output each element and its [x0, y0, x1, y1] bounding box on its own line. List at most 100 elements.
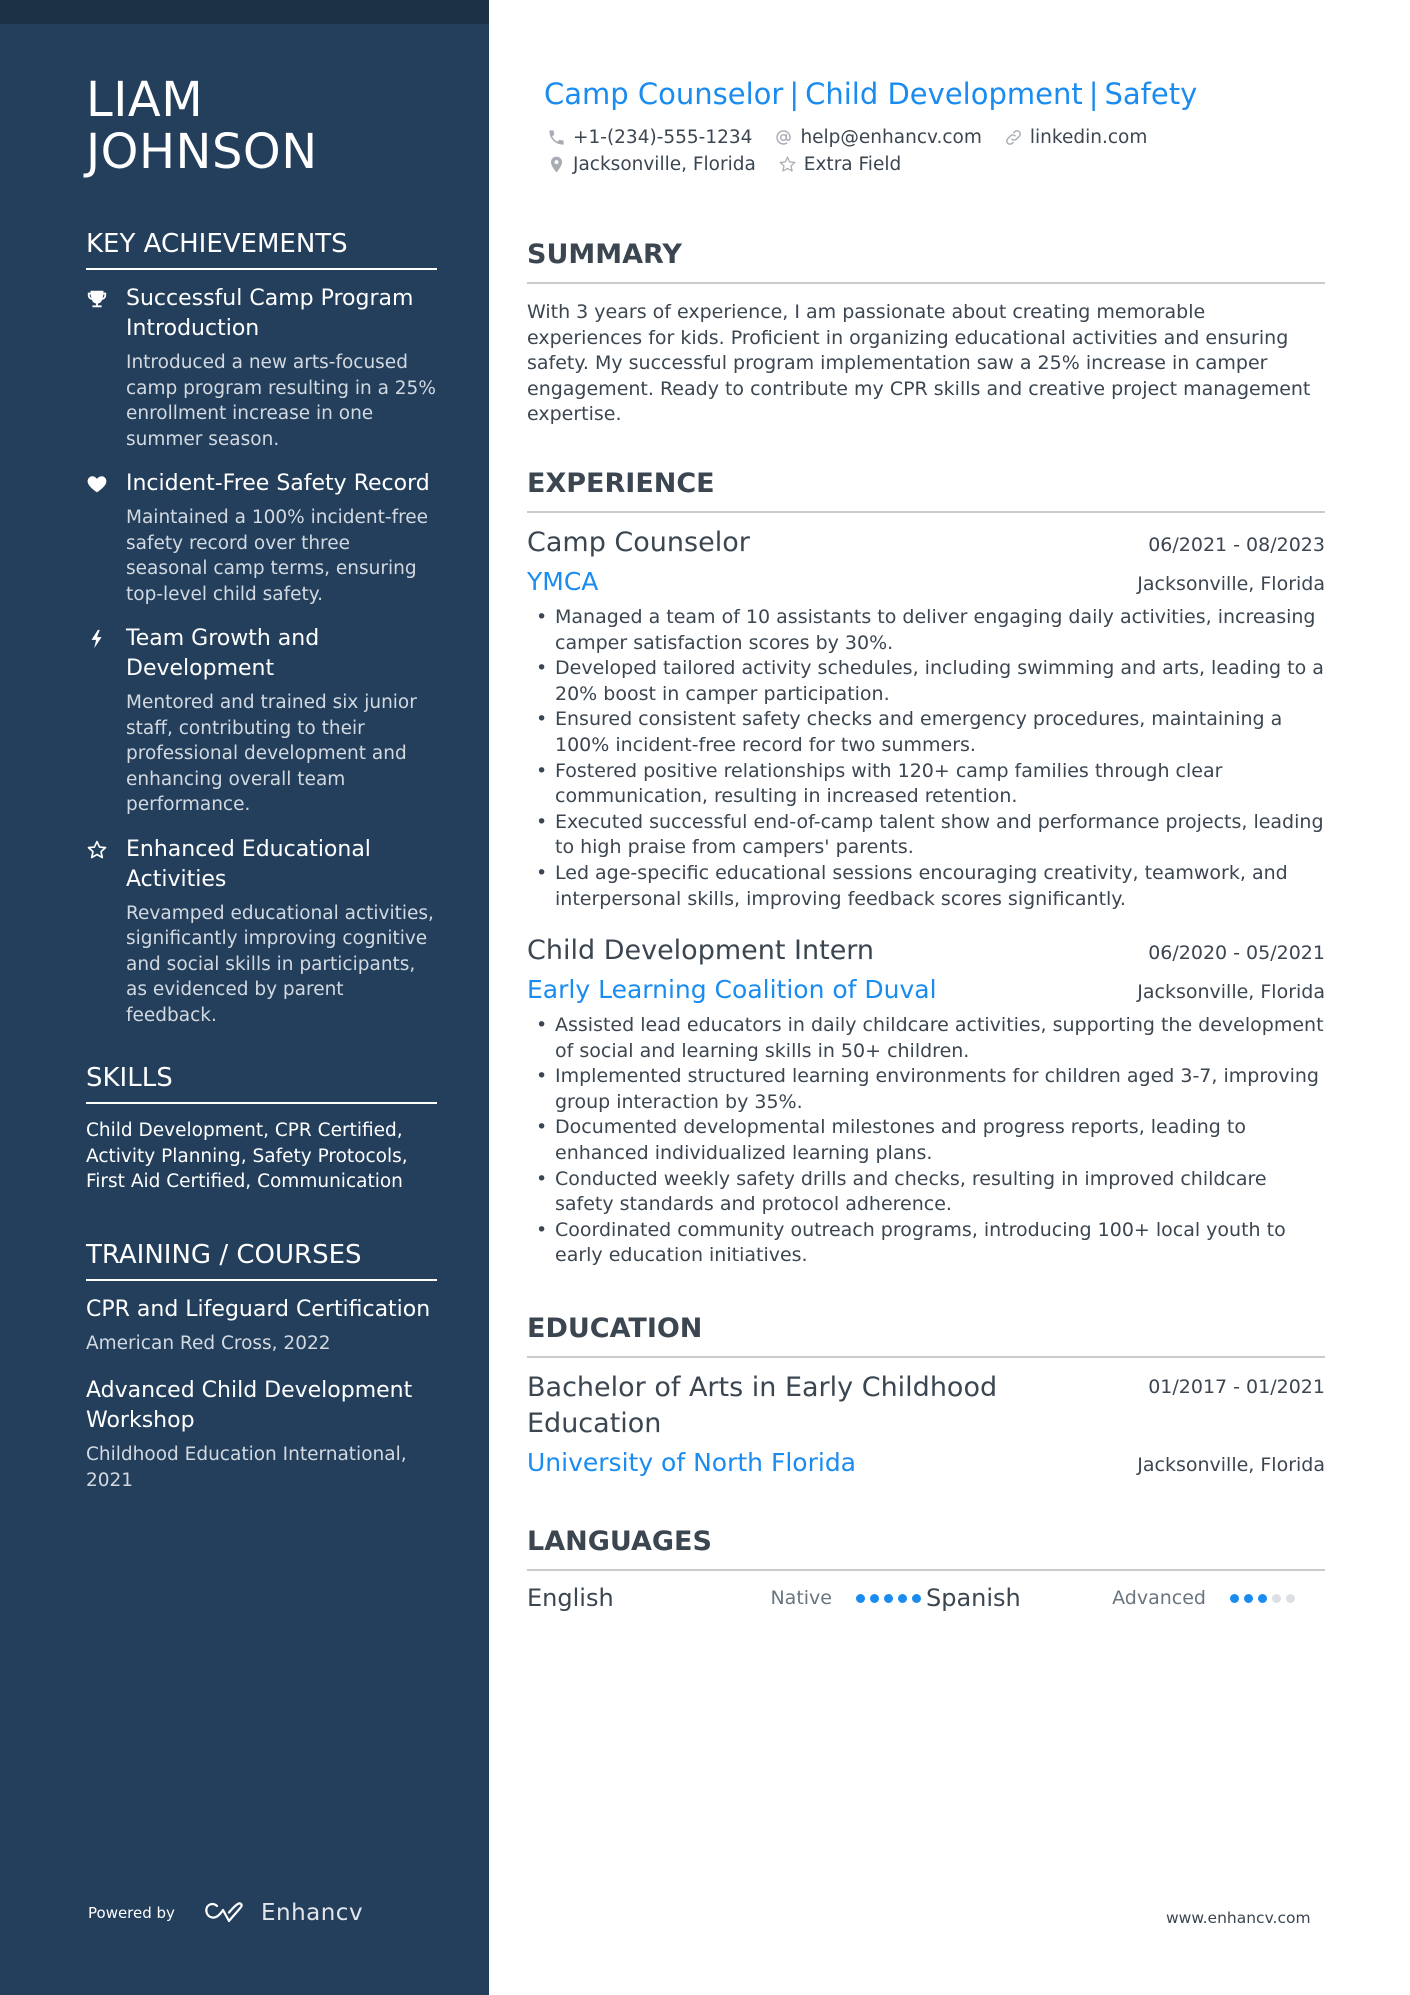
language-item: Spanish Advanced [926, 1584, 1325, 1612]
star-outline-icon [779, 156, 796, 172]
rating-dot-filled [884, 1593, 893, 1603]
job-company: YMCA [527, 567, 599, 596]
course-org: Childhood Education International, 2021 [86, 1444, 407, 1491]
enhancv-logo-icon [205, 1902, 243, 1923]
course-item: CPR and Lifeguard Certification American… [86, 1295, 437, 1357]
language-item: English Native [527, 1584, 926, 1612]
extra-field-text: Extra Field [803, 154, 902, 175]
language-name: Spanish [926, 1584, 1021, 1612]
job-location: Jacksonville, Florida [1137, 573, 1325, 595]
star-icon [86, 835, 126, 1029]
footer-website[interactable]: www.enhancv.com [1166, 1909, 1311, 1927]
job-bullet: Led age-specific educational sessions en… [527, 861, 1325, 912]
rating-dot-filled [912, 1593, 921, 1603]
link-icon [1006, 130, 1021, 145]
job-entry: Child Development Intern 06/2020 - 05/20… [527, 933, 1325, 1269]
achievement-desc: Introduced a new arts-focused camp progr… [126, 352, 436, 450]
powered-by-label: Powered by [88, 1904, 175, 1922]
edu-dates: 01/2017 - 01/2021 [1148, 1376, 1325, 1398]
rating-dot-filled [1230, 1593, 1239, 1603]
language-rating [1230, 1593, 1300, 1603]
sidebar: LIAM JOHNSON KEY ACHIEVEMENTS Successful… [0, 0, 489, 1995]
achievement-item: Incident-Free Safety Record Maintained a… [86, 469, 437, 607]
language-level: Native [770, 1587, 832, 1609]
edu-degree: Bachelor of Arts in Early Childhood Educ… [527, 1372, 998, 1439]
key-achievements-section: KEY ACHIEVEMENTS Successful Camp Program… [86, 228, 437, 1028]
job-bullet: Developed tailored activity schedules, i… [527, 656, 1325, 707]
headline: Camp Counselor | Child Development | Safety [544, 74, 1197, 114]
job-bullet: Fostered positive relationships with 120… [527, 759, 1325, 810]
linkedin-text: linkedin.com [1029, 127, 1148, 148]
lightning-bolt-icon [86, 624, 126, 818]
heart-icon [86, 469, 126, 607]
achievement-title: Successful Camp Program Introduction [126, 286, 414, 341]
candidate-name: LIAM JOHNSON [86, 74, 437, 178]
achievement-title: Incident-Free Safety Record [126, 471, 430, 496]
job-bullet: Documented developmental milestones and … [527, 1115, 1325, 1166]
job-bullet: Coordinated community outreach programs,… [527, 1218, 1325, 1269]
course-org: American Red Cross, 2022 [86, 1332, 331, 1354]
training-title: TRAINING / COURSES [86, 1239, 437, 1281]
skills-title: SKILLS [86, 1062, 437, 1104]
phone-text: +1-(234)-555-1234 [573, 127, 753, 148]
location-text: Jacksonville, Florida [573, 154, 756, 175]
job-bullet: Conducted weekly safety drills and check… [527, 1167, 1325, 1218]
job-dates: 06/2020 - 05/2021 [1148, 942, 1325, 964]
location-pin-icon [550, 156, 563, 173]
achievement-item: Enhanced Educational Activities Revamped… [86, 835, 437, 1029]
education-title: EDUCATION [527, 1312, 1325, 1358]
achievement-title: Team Growth and Development [126, 626, 320, 681]
language-level: Advanced [1112, 1587, 1206, 1609]
job-bullet: Ensured consistent safety checks and eme… [527, 707, 1325, 758]
job-location: Jacksonville, Florida [1137, 981, 1325, 1003]
contact-linkedin[interactable]: linkedin.com [1004, 127, 1147, 148]
headline-part: Child Development [805, 77, 1083, 111]
experience-title: EXPERIENCE [527, 467, 1325, 513]
name-first: LIAM [86, 72, 204, 128]
headline-separator: | [789, 77, 800, 111]
rating-dot-empty [1272, 1593, 1281, 1603]
rating-dot-filled [856, 1593, 865, 1603]
job-bullet: Implemented structured learning environm… [527, 1064, 1325, 1115]
rating-dot-filled [870, 1593, 879, 1603]
name-last: JOHNSON [86, 124, 318, 180]
course-title: Advanced Child Development Workshop [86, 1378, 413, 1433]
enhancv-logo[interactable]: Enhancv [203, 1900, 363, 1926]
key-achievements-title: KEY ACHIEVEMENTS [86, 228, 437, 270]
headline-part: Safety [1104, 77, 1198, 111]
summary-title: SUMMARY [527, 238, 1325, 284]
edu-location: Jacksonville, Florida [1137, 1454, 1325, 1476]
job-bullet: Managed a team of 10 assistants to deliv… [527, 605, 1325, 656]
language-rating [856, 1593, 926, 1603]
email-text: help@enhancv.com [800, 127, 982, 148]
course-title: CPR and Lifeguard Certification [86, 1296, 431, 1322]
achievement-desc: Maintained a 100% incident-free safety r… [126, 507, 429, 605]
job-bullet: Executed successful end-of-camp talent s… [527, 810, 1325, 861]
education-entry: Bachelor of Arts in Early Childhood Educ… [527, 1370, 1325, 1480]
job-bullets: Managed a team of 10 assistants to deliv… [527, 605, 1325, 912]
contact-phone[interactable]: +1-(234)-555-1234 [547, 127, 752, 148]
sidebar-content: LIAM JOHNSON KEY ACHIEVEMENTS Successful… [86, 74, 437, 1513]
achievement-title: Enhanced Educational Activities [126, 836, 371, 892]
contact-row-2: Jacksonville, Florida Extra Field [547, 154, 923, 175]
job-title: Child Development Intern [527, 935, 875, 966]
contact-row-1: +1-(234)-555-1234 help@enhancv.com linke… [547, 127, 1169, 148]
job-dates: 06/2021 - 08/2023 [1148, 534, 1325, 556]
trophy-icon [86, 284, 126, 452]
rating-dot-filled [898, 1593, 907, 1603]
headline-part: Camp Counselor [544, 77, 784, 111]
edu-school: University of North Florida [527, 1448, 857, 1477]
contact-email[interactable]: help@enhancv.com [774, 127, 982, 148]
skills-list: Child Development, CPR Certified, Activi… [86, 1120, 408, 1192]
rating-dot-filled [1258, 1593, 1267, 1603]
powered-by: Powered by Enhancv [88, 1900, 363, 1926]
job-entry: Camp Counselor 06/2021 - 08/2023 YMCA Ja… [527, 525, 1325, 912]
achievement-item: Successful Camp Program Introduction Int… [86, 284, 437, 452]
job-title: Camp Counselor [527, 527, 750, 558]
headline-separator: | [1088, 77, 1099, 111]
summary-text: With 3 years of experience, I am passion… [527, 301, 1311, 426]
rating-dot-empty [1286, 1593, 1295, 1603]
language-name: English [527, 1584, 614, 1612]
job-company: Early Learning Coalition of Duval [527, 975, 937, 1004]
job-bullet: Assisted lead educators in daily childca… [527, 1013, 1325, 1064]
